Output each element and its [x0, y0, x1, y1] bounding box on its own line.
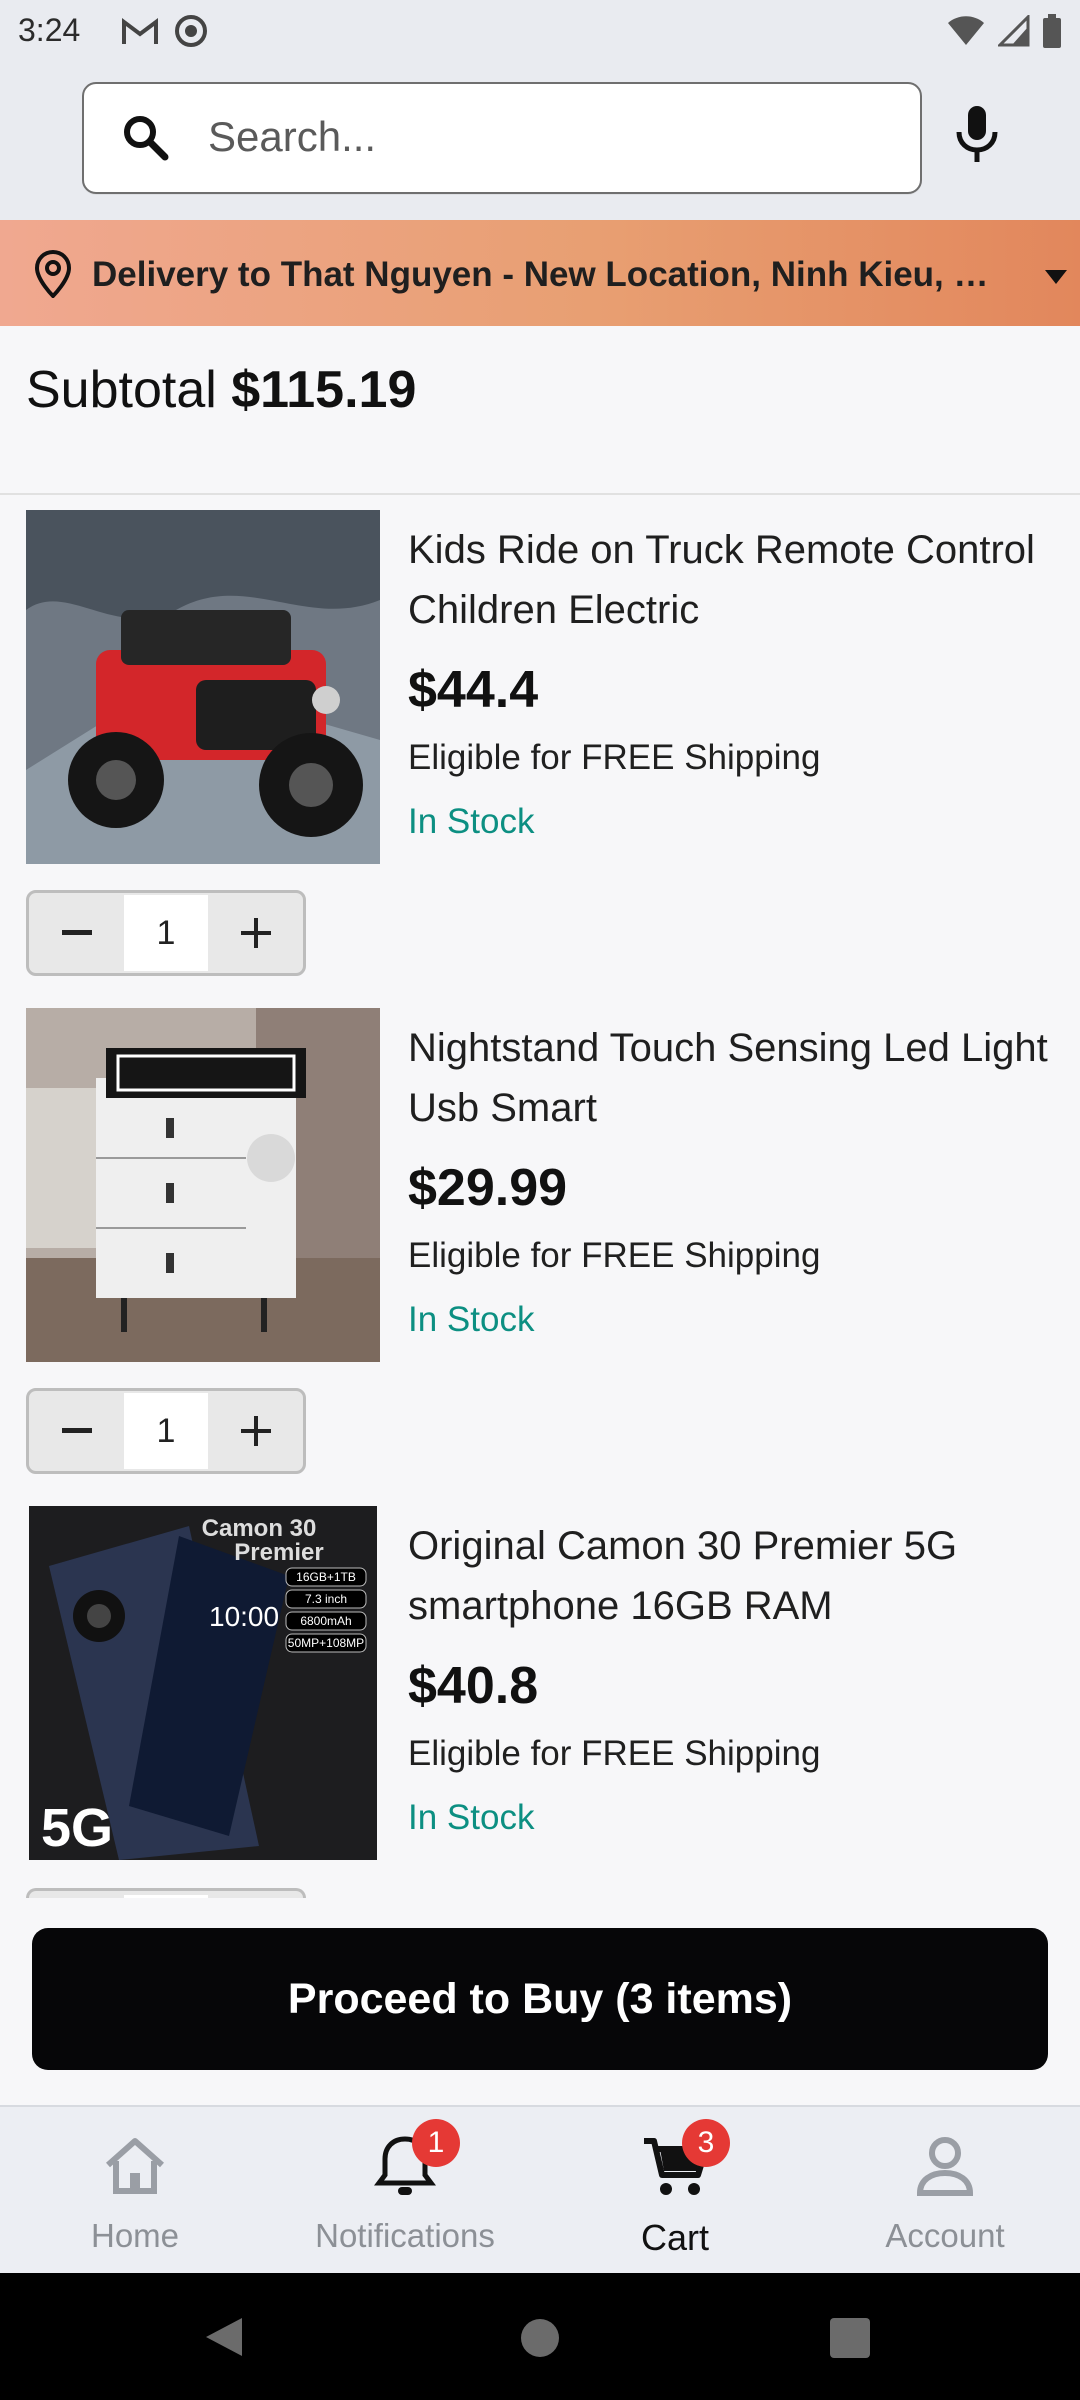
increase-quantity-button[interactable] — [208, 1391, 303, 1471]
signal-icon — [998, 15, 1030, 47]
increase-quantity-button[interactable] — [208, 893, 303, 973]
search-icon[interactable] — [120, 112, 170, 162]
stock-status: In Stock — [408, 1300, 535, 1339]
product-price: $40.8 — [408, 1657, 539, 1715]
product-title[interactable]: Original Camon 30 Premier 5G smartphone … — [408, 1516, 1048, 1636]
nav-account-label: Account — [885, 2217, 1005, 2254]
do-not-disturb-icon — [175, 15, 207, 47]
quantity-stepper: 1 — [26, 1888, 306, 1898]
quantity-value[interactable]: 1 — [124, 1393, 208, 1469]
delivery-address[interactable]: Delivery to That Nguyen - New Location, … — [92, 255, 1000, 295]
decrease-quantity-button[interactable] — [29, 1391, 124, 1471]
phone-screen-time: 10:00 — [209, 1601, 279, 1632]
product-image-smartphone[interactable]: Camon 30 Premier 16GB+1TB 7.3 inch 6800m… — [29, 1506, 377, 1860]
decrease-quantity-button[interactable] — [29, 893, 124, 973]
phone-5g-label: 5G — [41, 1798, 113, 1858]
recents-icon[interactable] — [830, 2318, 870, 2358]
stock-status: In Stock — [408, 1798, 535, 1837]
product-image-nightstand[interactable] — [26, 1008, 380, 1362]
chevron-down-icon[interactable] — [1045, 270, 1067, 284]
minus-icon — [61, 1428, 92, 1433]
subtotal: Subtotal $115.19 — [26, 360, 416, 420]
quantity-value[interactable]: 1 — [124, 1894, 208, 1898]
nav-account[interactable]: Account — [810, 2105, 1080, 2273]
subtotal-label: Subtotal — [26, 361, 217, 419]
notifications-badge: 1 — [412, 2119, 460, 2167]
minus-icon — [61, 930, 92, 935]
wifi-icon — [948, 16, 984, 45]
decrease-quantity-button[interactable] — [29, 1891, 124, 1898]
nav-home-label: Home — [90, 2217, 180, 2254]
bell-icon: 1 — [370, 2119, 460, 2201]
back-icon[interactable] — [202, 2316, 244, 2358]
product-title[interactable]: Kids Ride on Truck Remote Control Childr… — [408, 520, 1048, 640]
cart-badge: 3 — [682, 2119, 730, 2167]
divider — [0, 493, 1080, 495]
phone-spec: 7.3 inch — [305, 1592, 347, 1606]
nav-notifications-label: Notifications — [315, 2217, 495, 2254]
nav-cart[interactable]: 3 Cart — [540, 2105, 810, 2273]
shipping-info: Eligible for FREE Shipping — [408, 1236, 821, 1275]
phone-image-heading-1: Camon 30 — [202, 1515, 317, 1542]
microphone-icon[interactable] — [952, 106, 1002, 164]
account-icon — [910, 2131, 980, 2201]
quantity-value[interactable]: 1 — [124, 895, 208, 971]
location-pin-icon — [34, 250, 72, 298]
quantity-stepper: 1 — [26, 890, 306, 976]
shipping-info: Eligible for FREE Shipping — [408, 738, 821, 777]
home-icon — [100, 2131, 170, 2201]
home-button-icon[interactable] — [519, 2317, 561, 2359]
phone-spec: 16GB+1TB — [296, 1570, 356, 1584]
product-image-ride-on-truck[interactable] — [26, 510, 380, 864]
battery-icon — [1043, 14, 1061, 48]
plus-icon — [240, 918, 271, 948]
shopping-cart-icon: 3 — [640, 2119, 730, 2201]
status-system-icons — [946, 14, 1062, 48]
product-title[interactable]: Nightstand Touch Sensing Led Light Usb S… — [408, 1018, 1048, 1138]
stock-status: In Stock — [408, 802, 535, 841]
product-price: $29.99 — [408, 1159, 568, 1217]
search-input[interactable] — [206, 108, 900, 166]
nav-cart-label: Cart — [640, 2217, 709, 2258]
phone-image-heading-2: Premier — [234, 1539, 323, 1566]
plus-icon — [240, 1416, 271, 1446]
shipping-info: Eligible for FREE Shipping — [408, 1734, 821, 1773]
nav-notifications[interactable]: 1 Notifications — [270, 2105, 540, 2273]
quantity-stepper: 1 — [26, 1388, 306, 1474]
nav-home[interactable]: Home — [0, 2105, 270, 2273]
proceed-to-buy-button[interactable]: Proceed to Buy (3 items) — [32, 1928, 1048, 2070]
increase-quantity-button[interactable] — [208, 1891, 303, 1898]
quantity-stepper-clipped: 1 — [26, 1888, 306, 1898]
status-time: 3:24 — [18, 12, 81, 48]
subtotal-value: $115.19 — [231, 361, 417, 419]
gmail-icon — [122, 18, 158, 44]
phone-spec: 6800mAh — [300, 1614, 351, 1628]
phone-spec: 50MP+108MP — [288, 1636, 364, 1650]
status-notification-icons — [120, 14, 208, 48]
product-price: $44.4 — [408, 661, 539, 719]
